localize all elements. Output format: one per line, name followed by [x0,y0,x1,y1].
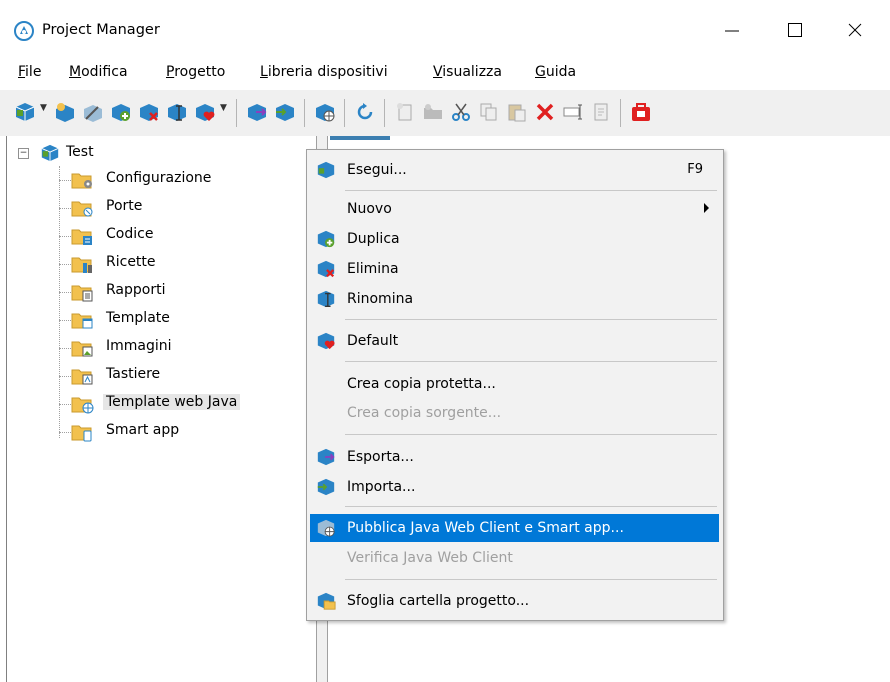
menu-item-default[interactable]: Default [310,327,719,355]
browse-folder-icon [317,592,336,610]
menu-item-elimina[interactable]: Elimina [310,255,719,283]
menu-item-crea-copia-sorgente: Crea copia sorgente... [347,405,502,421]
delete-icon[interactable] [534,101,556,123]
toolbar-separator [236,99,237,127]
run-project-icon [317,161,335,179]
toolbar-separator [384,99,385,127]
folder-code-icon [71,229,92,245]
publish-web-icon [317,519,335,537]
minimize-button[interactable] [702,10,762,50]
menu-progetto[interactable]: Progetto [166,64,225,80]
toolbar: ▼ ▼ [0,90,890,136]
menu-separator [345,319,717,320]
properties-icon[interactable] [590,101,612,123]
folder-report-icon [71,285,93,302]
minimize-icon [725,30,739,32]
title-bar: Project Manager [0,0,890,58]
menu-item-verifica-java-web-client: Verifica Java Web Client [347,550,513,566]
default-heart-icon [317,332,335,350]
export-icon [317,448,335,466]
new-folder-icon[interactable] [422,101,444,123]
import-toolbar-icon[interactable] [274,101,296,123]
folder-gear-icon [71,173,92,189]
menu-separator [345,361,717,362]
menu-item-sfoglia-cartella[interactable]: Sfoglia cartella progetto... [310,587,719,615]
shortcut-label: F9 [687,162,703,177]
new-project-icon[interactable] [54,101,76,123]
submenu-arrow-icon [704,203,709,213]
menu-modifica[interactable]: Modifica [69,64,128,80]
folder-web-icon [71,397,94,414]
cut-icon[interactable] [450,101,472,123]
close-button[interactable] [825,10,885,50]
menu-separator [345,434,717,435]
rename-toolbar-icon[interactable] [166,101,188,123]
duplicate-toolbar-icon[interactable] [110,101,132,123]
maximize-icon [788,23,802,37]
menu-bar: File Modifica Progetto Libreria disposit… [0,58,890,86]
duplicate-icon [317,230,335,248]
close-icon [848,23,862,37]
publish-toolbar-icon[interactable] [314,101,336,123]
toolbar-separator [620,99,621,127]
copy-icon[interactable] [478,101,500,123]
delete-project-icon [317,260,335,278]
menu-item-importa[interactable]: Importa... [310,473,719,501]
collapse-toggle-icon[interactable]: − [18,148,29,159]
folder-smartapp-icon [71,425,92,442]
maximize-button[interactable] [765,10,825,50]
menu-item-esegui[interactable]: Esegui... F9 [310,156,719,184]
window-title: Project Manager [42,22,160,38]
content-tab-indicator [330,136,390,140]
folder-recipe-icon [71,257,92,273]
menu-visualizza[interactable]: Visualizza [433,64,502,80]
context-menu: Esegui... F9 Nuovo Duplica Elimina Rinom… [306,149,724,621]
wizard-icon[interactable] [82,101,104,123]
new-file-disabled-icon[interactable] [394,101,416,123]
export-toolbar-icon[interactable] [246,101,268,123]
refresh-icon[interactable] [354,101,376,123]
toolbar-separator [344,99,345,127]
rename-icon [317,290,335,308]
import-icon [317,478,335,496]
menu-separator [345,579,717,580]
folder-port-icon [71,201,93,217]
dropdown-arrow-icon[interactable]: ▼ [40,103,47,113]
menu-item-nuovo[interactable]: Nuovo [310,195,719,223]
project-manager-app-icon [14,21,34,41]
paste-icon[interactable] [506,101,528,123]
menu-libreria-dispositivi[interactable]: Libreria dispositivi [260,64,388,80]
default-toolbar-icon[interactable] [194,101,216,123]
tree-connector [59,166,60,438]
menu-item-rinomina[interactable]: Rinomina [310,285,719,313]
dropdown-arrow-icon[interactable]: ▼ [220,103,227,113]
menu-separator [345,506,717,507]
folder-image-icon [71,341,93,357]
toolbar-separator [304,99,305,127]
delete-toolbar-icon[interactable] [138,101,160,123]
folder-keyboard-icon [71,369,93,385]
menu-item-pubblica-java-web-client[interactable]: Pubblica Java Web Client e Smart app... [310,514,719,542]
tree-root-label: Test [66,144,94,160]
menu-guida[interactable]: Guida [535,64,576,80]
project-cube-icon[interactable] [14,101,36,123]
menu-item-esporta[interactable]: Esporta... [310,443,719,471]
menu-file[interactable]: File [18,64,41,80]
toolbox-icon[interactable] [630,101,652,123]
project-cube-icon [41,144,59,162]
menu-item-crea-copia-protetta[interactable]: Crea copia protetta... [310,370,719,398]
folder-template-icon [71,313,93,329]
rename-field-icon[interactable] [562,101,584,123]
menu-separator [345,190,717,191]
menu-item-duplica[interactable]: Duplica [310,225,719,253]
